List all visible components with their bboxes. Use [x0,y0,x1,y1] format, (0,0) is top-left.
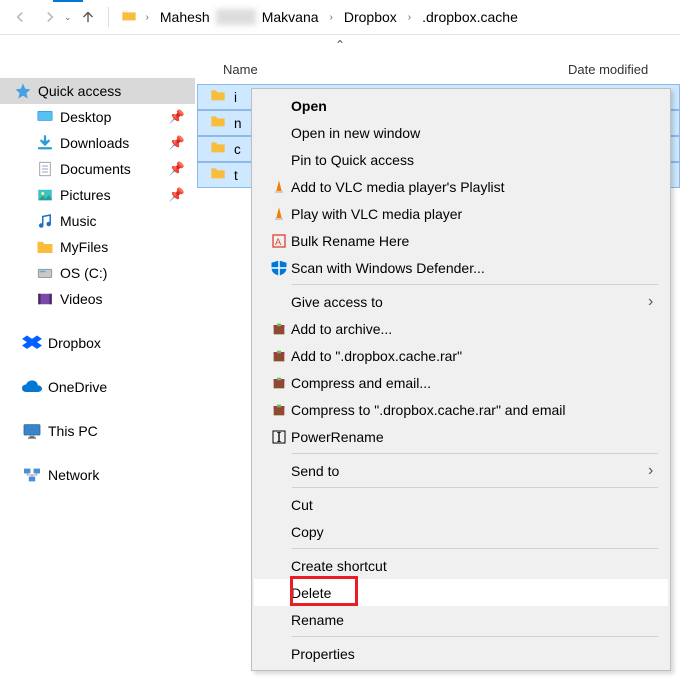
menu-bulk-rename[interactable]: ABulk Rename Here [254,227,668,254]
vlc-icon [266,206,291,222]
breadcrumb[interactable]: › Mahesh Makvana › Dropbox › .dropbox.ca… [121,7,522,27]
pin-icon: 📌 [169,161,185,177]
submenu-arrow-icon: › [648,293,668,311]
chevron-icon: › [325,12,338,23]
sidebar-dropbox[interactable]: Dropbox [0,330,195,356]
breadcrumb-seg[interactable]: Mahesh [156,7,214,27]
menu-compress-email[interactable]: Compress and email... [254,369,668,396]
submenu-arrow-icon: › [648,462,668,480]
vlc-icon [266,179,291,195]
sidebar-item-music[interactable]: Music [0,208,195,234]
folder-icon [121,8,137,26]
sidebar-item-label: OneDrive [48,379,107,395]
folder-icon [210,166,226,184]
sidebar-item-label: This PC [48,423,98,439]
folder-icon [210,140,226,158]
sidebar-item-myfiles[interactable]: MyFiles [0,234,195,260]
menu-defender-scan[interactable]: Scan with Windows Defender... [254,254,668,281]
sidebar-item-desktop[interactable]: Desktop 📌 [0,104,195,130]
menu-open[interactable]: Open [254,92,668,119]
winrar-icon [266,402,291,418]
column-date[interactable]: Date modified [568,62,668,77]
sidebar-item-label: Documents [60,161,131,177]
column-name[interactable]: Name [213,62,568,77]
winrar-icon [266,375,291,391]
menu-powerrename[interactable]: PowerRename [254,423,668,450]
winrar-icon [266,321,291,337]
pin-icon: 📌 [169,135,185,151]
breadcrumb-seg[interactable]: Dropbox [340,7,401,27]
column-headers[interactable]: Name Date modified [213,58,668,80]
menu-pin-quick-access[interactable]: Pin to Quick access [254,146,668,173]
sidebar-item-label: Network [48,467,99,483]
sidebar-network[interactable]: Network [0,462,195,488]
up-button[interactable] [74,3,102,31]
sidebar-item-pictures[interactable]: Pictures 📌 [0,182,195,208]
sidebar-item-documents[interactable]: Documents 📌 [0,156,195,182]
nav-bar: ⌄ › Mahesh Makvana › Dropbox › .dropbox.… [0,0,680,35]
sidebar-item-label: Desktop [60,109,111,125]
menu-send-to[interactable]: Send to› [254,457,668,484]
navigation-pane: Quick access Desktop 📌 Downloads 📌 Docum… [0,78,195,699]
breadcrumb-seg[interactable]: Makvana [258,7,323,27]
sidebar-item-label: OS (C:) [60,265,107,281]
menu-vlc-play[interactable]: Play with VLC media player [254,200,668,227]
sidebar-item-label: Pictures [60,187,111,203]
svg-text:A: A [275,237,282,247]
sidebar-item-label: Dropbox [48,335,101,351]
sidebar-this-pc[interactable]: This PC [0,418,195,444]
folder-icon [210,88,226,106]
menu-open-new-window[interactable]: Open in new window [254,119,668,146]
menu-compress-rar-email[interactable]: Compress to ".dropbox.cache.rar" and ema… [254,396,668,423]
powerrename-icon [266,429,291,445]
sidebar-item-videos[interactable]: Videos [0,286,195,312]
menu-delete[interactable]: Delete [254,579,668,606]
sidebar-item-label: Music [60,213,97,229]
sidebar-item-label: Videos [60,291,103,307]
breadcrumb-seg[interactable]: .dropbox.cache [418,7,522,27]
history-dropdown-icon[interactable]: ⌄ [64,12,72,23]
expand-ribbon-icon[interactable]: ⌄ [335,37,345,51]
chevron-icon: › [403,12,416,23]
bulk-rename-icon: A [266,233,291,249]
menu-cut[interactable]: Cut [254,491,668,518]
sidebar-item-label: Downloads [60,135,129,151]
defender-icon [266,259,291,277]
sidebar-onedrive[interactable]: OneDrive [0,374,195,400]
menu-add-rar[interactable]: Add to ".dropbox.cache.rar" [254,342,668,369]
menu-rename[interactable]: Rename [254,606,668,633]
pin-icon: 📌 [169,187,185,203]
menu-create-shortcut[interactable]: Create shortcut [254,552,668,579]
folder-icon [210,114,226,132]
menu-give-access[interactable]: Give access to› [254,288,668,315]
sidebar-item-label: Quick access [38,83,121,99]
sidebar-quick-access[interactable]: Quick access [0,78,195,104]
sidebar-item-label: MyFiles [60,239,108,255]
menu-add-archive[interactable]: Add to archive... [254,315,668,342]
menu-vlc-playlist[interactable]: Add to VLC media player's Playlist [254,173,668,200]
menu-copy[interactable]: Copy [254,518,668,545]
chevron-icon: › [141,12,154,23]
menu-properties[interactable]: Properties [254,640,668,667]
pin-icon: 📌 [169,109,185,125]
context-menu: Open Open in new window Pin to Quick acc… [251,88,671,671]
winrar-icon [266,348,291,364]
sidebar-item-downloads[interactable]: Downloads 📌 [0,130,195,156]
forward-button[interactable] [36,3,64,31]
blurred-text [216,9,256,25]
sidebar-item-os-c[interactable]: OS (C:) [0,260,195,286]
back-button[interactable] [6,3,34,31]
